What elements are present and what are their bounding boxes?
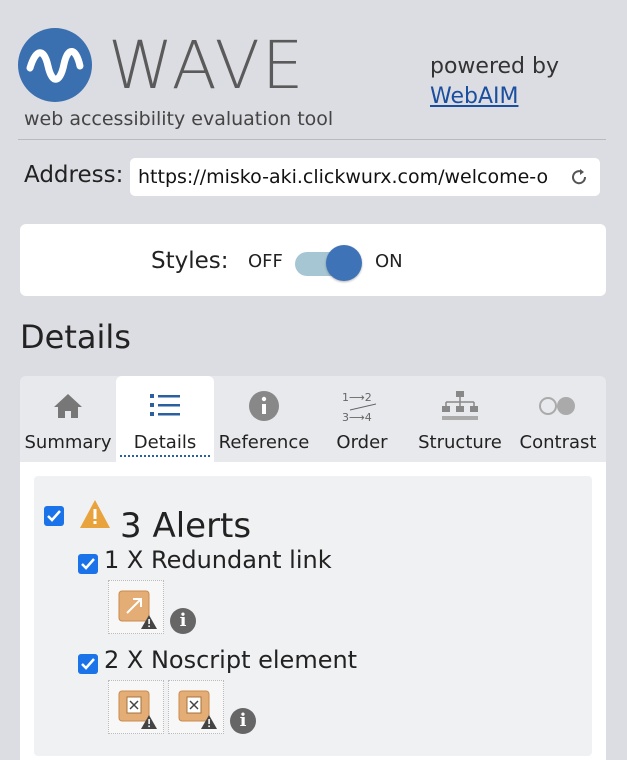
alert-item-label: 1 X Redundant link bbox=[104, 546, 332, 574]
redundant-link-info-icon[interactable]: i bbox=[170, 608, 196, 634]
contrast-icon bbox=[510, 388, 606, 424]
powered-by: powered by WebAIM bbox=[430, 52, 559, 112]
noscript-icon[interactable] bbox=[168, 680, 224, 734]
alert-triangle-icon bbox=[78, 498, 112, 534]
styles-off-label: OFF bbox=[248, 251, 283, 272]
noscript-icon[interactable] bbox=[108, 680, 164, 734]
structure-icon bbox=[410, 388, 510, 424]
address-value: https://misko-aki.clickwurx.com/welcome-… bbox=[138, 166, 549, 188]
list-icon bbox=[116, 388, 214, 424]
tab-label: Details bbox=[120, 432, 210, 457]
tab-label: Order bbox=[336, 432, 388, 453]
tab-reference[interactable]: Reference bbox=[214, 376, 314, 462]
powered-by-label: powered by bbox=[430, 54, 559, 79]
tab-label: Contrast bbox=[519, 432, 597, 453]
styles-toggle-knob[interactable] bbox=[326, 245, 362, 281]
info-icon bbox=[214, 388, 314, 424]
tab-order[interactable]: 1⟶2 3⟶4 Order bbox=[314, 376, 410, 462]
header: WAVE web accessibility evaluation tool p… bbox=[0, 0, 627, 140]
tab-details[interactable]: Details bbox=[116, 376, 214, 462]
order-icon: 1⟶2 3⟶4 bbox=[314, 388, 410, 424]
tab-structure[interactable]: Structure bbox=[410, 376, 510, 462]
address-label: Address: bbox=[24, 162, 124, 188]
tab-label: Summary bbox=[24, 432, 112, 453]
styles-label: Styles: bbox=[151, 248, 229, 274]
wave-logo-icon bbox=[18, 28, 92, 102]
noscript-checkbox[interactable] bbox=[78, 654, 98, 674]
details-content: 3 Alerts 1 X Redundant link i 2 X Noscri… bbox=[20, 462, 606, 760]
redundant-link-checkbox[interactable] bbox=[78, 554, 98, 574]
alert-item-label: 2 X Noscript element bbox=[104, 646, 358, 674]
address-input[interactable]: https://misko-aki.clickwurx.com/welcome-… bbox=[130, 158, 600, 196]
tab-summary[interactable]: Summary bbox=[20, 376, 116, 462]
webaim-link[interactable]: WebAIM bbox=[430, 82, 559, 112]
svg-text:1⟶2: 1⟶2 bbox=[342, 391, 372, 404]
tab-label: Structure bbox=[418, 432, 502, 453]
styles-on-label: ON bbox=[375, 251, 403, 272]
tab-label: Reference bbox=[218, 432, 310, 453]
details-heading: Details bbox=[20, 318, 131, 356]
svg-text:3⟶4: 3⟶4 bbox=[342, 411, 372, 424]
alerts-checkbox[interactable] bbox=[44, 506, 64, 526]
noscript-info-icon[interactable]: i bbox=[230, 708, 256, 734]
logo-text: WAVE bbox=[108, 27, 306, 104]
styles-card: Styles: OFF ON bbox=[20, 224, 606, 296]
divider bbox=[18, 139, 606, 140]
tab-contrast[interactable]: Contrast bbox=[510, 376, 606, 462]
alerts-title: 3 Alerts bbox=[120, 506, 252, 546]
reload-icon[interactable] bbox=[568, 166, 590, 188]
redundant-link-icon[interactable] bbox=[108, 580, 164, 634]
home-icon bbox=[20, 388, 116, 424]
tagline: web accessibility evaluation tool bbox=[24, 108, 334, 130]
alerts-section: 3 Alerts 1 X Redundant link i 2 X Noscri… bbox=[34, 476, 592, 756]
